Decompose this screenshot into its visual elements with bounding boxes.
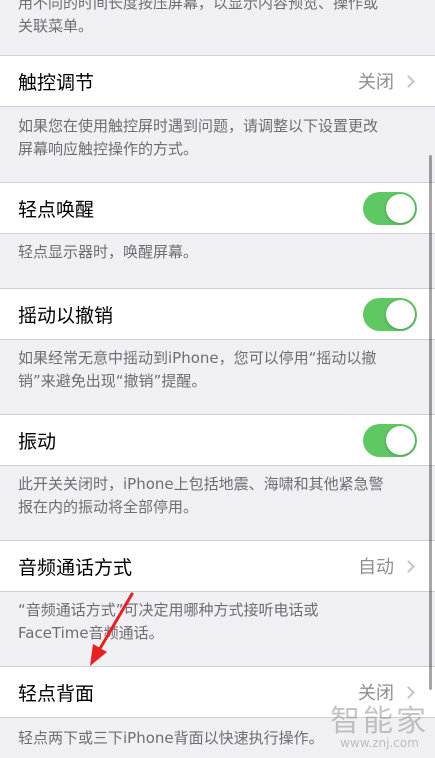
top-footer: 用不同的时间长度按压屏幕，以显示内容预览、操作或 关联菜单。 <box>0 0 435 38</box>
footer-text: 销”来避免出现“撤销”提醒。 <box>18 372 207 390</box>
chevron-right-icon <box>402 559 415 573</box>
shake-to-undo-toggle[interactable] <box>363 297 417 331</box>
touch-accommodations-row[interactable]: 触控调节 关闭 <box>0 55 435 107</box>
tap-footer: 轻点显示器时，唤醒屏幕。 <box>0 241 435 264</box>
watermark: 智能家 www.znj.com <box>330 696 429 750</box>
watermark-title: 智能家 <box>330 704 429 739</box>
footer-text: 如果您在使用触控屏时遇到问题，请调整以下设置更改 <box>18 117 379 135</box>
toggle-knob <box>386 425 415 455</box>
footer-text: “音频通话方式”可决定用哪种方式接听电话或 <box>18 601 319 619</box>
vibration-row: 振动 <box>0 414 435 466</box>
audio-footer: “音频通话方式”可决定用哪种方式接听电话或 FaceTime音频通话。 <box>0 599 435 645</box>
footer-text: FaceTime音频通话。 <box>18 624 164 642</box>
row-label: 轻点唤醒 <box>18 198 95 221</box>
watermark-url: www.znj.com <box>340 736 419 750</box>
footer-text: 关联菜单。 <box>18 17 94 35</box>
row-label: 摇动以撤销 <box>18 304 114 327</box>
toggle-knob <box>386 299 415 329</box>
footer-text: 用不同的时间长度按压屏幕，以显示内容预览、操作或 <box>18 0 379 12</box>
vibration-footer: 此开关关闭时，iPhone上包括地震、海啸和其他紧急警 报在内的振动将全部停用。 <box>0 473 435 519</box>
footer-text: 如果经常无意中摇动到iPhone，您可以停用“摇动以撤 <box>18 349 377 367</box>
scroll-indicator[interactable] <box>429 155 432 690</box>
footer-text: 轻点显示器时，唤醒屏幕。 <box>18 243 199 261</box>
row-label: 轻点背面 <box>18 682 95 705</box>
touch-footer: 如果您在使用触控屏时遇到问题，请调整以下设置更改 屏幕响应触控操作的方式。 <box>0 115 435 161</box>
row-value: 自动 <box>358 557 394 578</box>
toggle-knob <box>386 193 415 223</box>
call-audio-routing-row[interactable]: 音频通话方式 自动 <box>0 540 435 592</box>
footer-text: 此开关关闭时，iPhone上包括地震、海啸和其他紧急警 <box>18 475 384 493</box>
shake-to-undo-row: 摇动以撤销 <box>0 288 435 340</box>
red-arrow-annotation <box>90 592 134 666</box>
tap-to-wake-toggle[interactable] <box>363 191 417 225</box>
vibration-toggle[interactable] <box>363 423 417 457</box>
footer-text: 屏幕响应触控操作的方式。 <box>18 140 199 158</box>
footer-text: 报在内的振动将全部停用。 <box>18 498 199 516</box>
row-value: 关闭 <box>358 72 394 93</box>
chevron-right-icon <box>402 74 415 88</box>
row-label: 触控调节 <box>18 71 95 94</box>
row-label: 振动 <box>18 430 57 453</box>
shake-footer: 如果经常无意中摇动到iPhone，您可以停用“摇动以撤 销”来避免出现“撤销”提… <box>0 347 435 393</box>
row-label: 音频通话方式 <box>18 556 133 579</box>
tap-to-wake-row: 轻点唤醒 <box>0 182 435 234</box>
